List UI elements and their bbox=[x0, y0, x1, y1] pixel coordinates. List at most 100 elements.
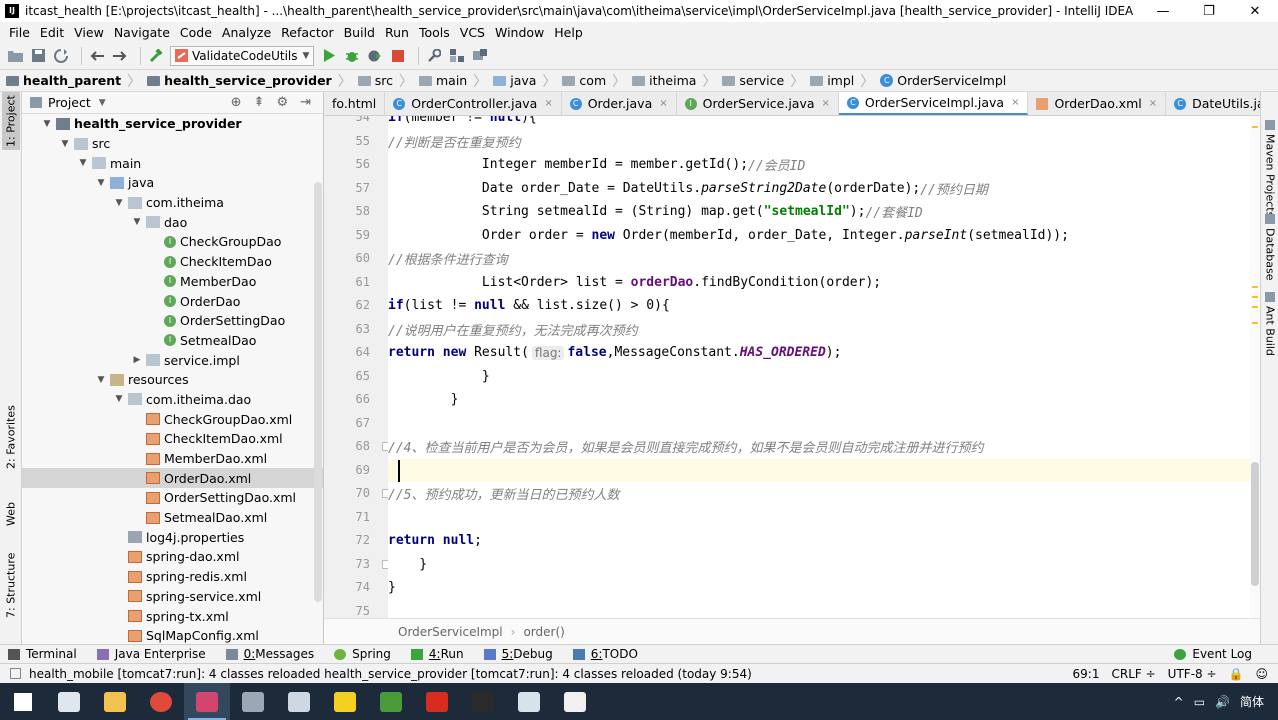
taskbar-typora[interactable] bbox=[552, 683, 598, 720]
tree-node[interactable]: ▶ service.impl bbox=[22, 350, 323, 370]
tree-node[interactable]: ▼ com.itheima.dao bbox=[22, 390, 323, 410]
breadcrumb-orderserviceimpl[interactable]: C OrderServiceImpl bbox=[880, 73, 1012, 88]
editor-breadcrumb-class[interactable]: OrderServiceImpl bbox=[398, 625, 503, 639]
web-tool-tab[interactable]: Web bbox=[2, 496, 20, 532]
bottom-tab-dbg[interactable]: 5: Debug bbox=[483, 647, 553, 661]
expanded-arrow-icon[interactable]: ▼ bbox=[40, 119, 54, 129]
code-line[interactable]: } bbox=[388, 553, 1250, 577]
taskbar-file-explorer[interactable] bbox=[92, 683, 138, 720]
tree-node[interactable]: OrderSettingDao.xml bbox=[22, 488, 323, 508]
tree-node[interactable]: MemberDao.xml bbox=[22, 449, 323, 469]
warning-marker[interactable] bbox=[1252, 286, 1258, 288]
tree-node[interactable]: SqlMapConfig.xml bbox=[22, 626, 323, 644]
code-line[interactable]: String setmealId = (String) map.get("set… bbox=[388, 200, 1250, 224]
collapsed-arrow-icon[interactable]: ▶ bbox=[130, 355, 144, 365]
taskbar-chrome[interactable] bbox=[138, 683, 184, 720]
expanded-arrow-icon[interactable]: ▼ bbox=[112, 394, 126, 404]
tree-node[interactable]: spring-service.xml bbox=[22, 587, 323, 607]
code-line[interactable]: if (member != null){ bbox=[388, 116, 1250, 130]
volume-icon[interactable]: 🔊 bbox=[1215, 695, 1230, 709]
menu-run[interactable]: Run bbox=[380, 25, 414, 40]
menu-build[interactable]: Build bbox=[339, 25, 380, 40]
favorites-tool-tab[interactable]: 2: Favorites bbox=[2, 402, 20, 472]
breadcrumb-service[interactable]: service 〉 bbox=[722, 71, 810, 91]
taskbar-color-app[interactable] bbox=[368, 683, 414, 720]
code-line[interactable]: } bbox=[388, 388, 1250, 412]
project-panel-title[interactable]: Project bbox=[48, 95, 91, 110]
taskbar-window-app[interactable] bbox=[506, 683, 552, 720]
breadcrumb-com[interactable]: com 〉 bbox=[562, 71, 632, 91]
menu-vcs[interactable]: VCS bbox=[455, 25, 490, 40]
taskbar-cmd[interactable] bbox=[460, 683, 506, 720]
expanded-arrow-icon[interactable]: ▼ bbox=[94, 375, 108, 385]
code-line[interactable]: Integer memberId = member.getId();//会员ID bbox=[388, 153, 1250, 177]
code-area[interactable]: if (member != null){ //判断是否在重复预约 Integer … bbox=[388, 116, 1250, 618]
breadcrumb-src[interactable]: src 〉 bbox=[357, 71, 419, 91]
tree-node[interactable]: ▼ resources bbox=[22, 370, 323, 390]
forward-arrow-icon[interactable] bbox=[111, 47, 129, 65]
taskbar-notepad-app[interactable] bbox=[276, 683, 322, 720]
taskbar-redis-app[interactable] bbox=[414, 683, 460, 720]
close-tab-icon[interactable]: × bbox=[1149, 98, 1157, 109]
breadcrumb-health-service-provider[interactable]: health_service_provider 〉 bbox=[147, 71, 358, 91]
code-line[interactable]: //根据条件进行查询 bbox=[388, 247, 1250, 271]
bottom-tab-sp[interactable]: Spring bbox=[334, 647, 391, 661]
code-line[interactable] bbox=[388, 412, 1250, 436]
tree-node[interactable]: CheckItemDao.xml bbox=[22, 429, 323, 449]
code-line[interactable]: if (list != null && list.size() > 0){ bbox=[388, 294, 1250, 318]
breadcrumb-main[interactable]: main 〉 bbox=[418, 71, 493, 91]
tray-overflow-icon[interactable]: ^ bbox=[1174, 695, 1184, 709]
current-code-line[interactable] bbox=[388, 458, 1250, 482]
structure-tool-tab[interactable]: 7: Structure bbox=[2, 552, 20, 618]
close-tab-icon[interactable]: × bbox=[659, 98, 667, 109]
project-tool-tab[interactable]: 1: Project bbox=[2, 92, 20, 150]
tree-node[interactable]: ▼ health_service_provider bbox=[22, 114, 323, 134]
taskbar-snipaste[interactable] bbox=[322, 683, 368, 720]
tree-node[interactable]: CheckGroupDao.xml bbox=[22, 409, 323, 429]
taskbar-task-view[interactable] bbox=[46, 683, 92, 720]
menu-navigate[interactable]: Navigate bbox=[109, 25, 175, 40]
editor-tab[interactable]: C OrderServiceImpl.java × bbox=[838, 92, 1029, 115]
tree-node[interactable]: I OrderSettingDao bbox=[22, 311, 323, 331]
event-log-tab[interactable]: Event Log bbox=[1174, 647, 1252, 661]
project-tree-scrollbar[interactable] bbox=[314, 182, 322, 602]
editor-breadcrumb-method[interactable]: order() bbox=[523, 625, 564, 639]
tree-node[interactable]: OrderDao.xml bbox=[22, 468, 323, 489]
tree-node[interactable]: log4j.properties bbox=[22, 527, 323, 547]
breadcrumb-impl[interactable]: impl 〉 bbox=[810, 71, 880, 91]
close-tab-icon[interactable]: × bbox=[544, 98, 552, 109]
coverage-icon[interactable] bbox=[366, 47, 384, 65]
tree-node[interactable]: I SetmealDao bbox=[22, 331, 323, 351]
breadcrumb-itheima[interactable]: itheima 〉 bbox=[632, 71, 722, 91]
tree-node[interactable]: I OrderDao bbox=[22, 291, 323, 311]
network-icon[interactable]: ▭ bbox=[1194, 695, 1205, 709]
menu-refactor[interactable]: Refactor bbox=[276, 25, 338, 40]
warning-marker[interactable] bbox=[1252, 296, 1258, 298]
code-line[interactable]: //说明用户在重复预约，无法完成再次预约 bbox=[388, 318, 1250, 342]
tree-node[interactable]: ▼ dao bbox=[22, 212, 323, 232]
tree-node[interactable]: SetmealDao.xml bbox=[22, 508, 323, 528]
expanded-arrow-icon[interactable]: ▼ bbox=[130, 217, 144, 227]
bottom-tab-je[interactable]: Java Enterprise bbox=[96, 647, 206, 661]
project-structure-icon[interactable] bbox=[448, 47, 466, 65]
open-folder-icon[interactable] bbox=[6, 47, 24, 65]
tree-node[interactable]: I CheckGroupDao bbox=[22, 232, 323, 252]
tree-node[interactable]: ▼ main bbox=[22, 153, 323, 173]
minimize-button[interactable]: — bbox=[1140, 4, 1186, 19]
run-configuration-select[interactable]: ValidateCodeUtils ▼ bbox=[170, 45, 315, 66]
breadcrumb-java[interactable]: java 〉 bbox=[493, 71, 562, 91]
editor-tab[interactable]: OrderDao.xml × bbox=[1028, 92, 1167, 115]
restore-button[interactable]: ❐ bbox=[1186, 4, 1232, 19]
bottom-tab-run[interactable]: 4: Run bbox=[410, 647, 464, 661]
menu-edit[interactable]: Edit bbox=[35, 25, 69, 40]
breadcrumb-health-parent[interactable]: health_parent 〉 bbox=[6, 71, 147, 91]
inspector-icon[interactable]: ☺ bbox=[1255, 667, 1268, 681]
editor-scrollbar-thumb[interactable] bbox=[1251, 462, 1259, 586]
code-line[interactable] bbox=[388, 600, 1250, 619]
run-icon[interactable] bbox=[320, 47, 338, 65]
tree-node[interactable]: ▼ java bbox=[22, 173, 323, 193]
ime-indicator[interactable]: 简体 bbox=[1240, 693, 1264, 710]
save-all-icon[interactable] bbox=[29, 47, 47, 65]
expanded-arrow-icon[interactable]: ▼ bbox=[76, 158, 90, 168]
menu-file[interactable]: File bbox=[4, 25, 35, 40]
